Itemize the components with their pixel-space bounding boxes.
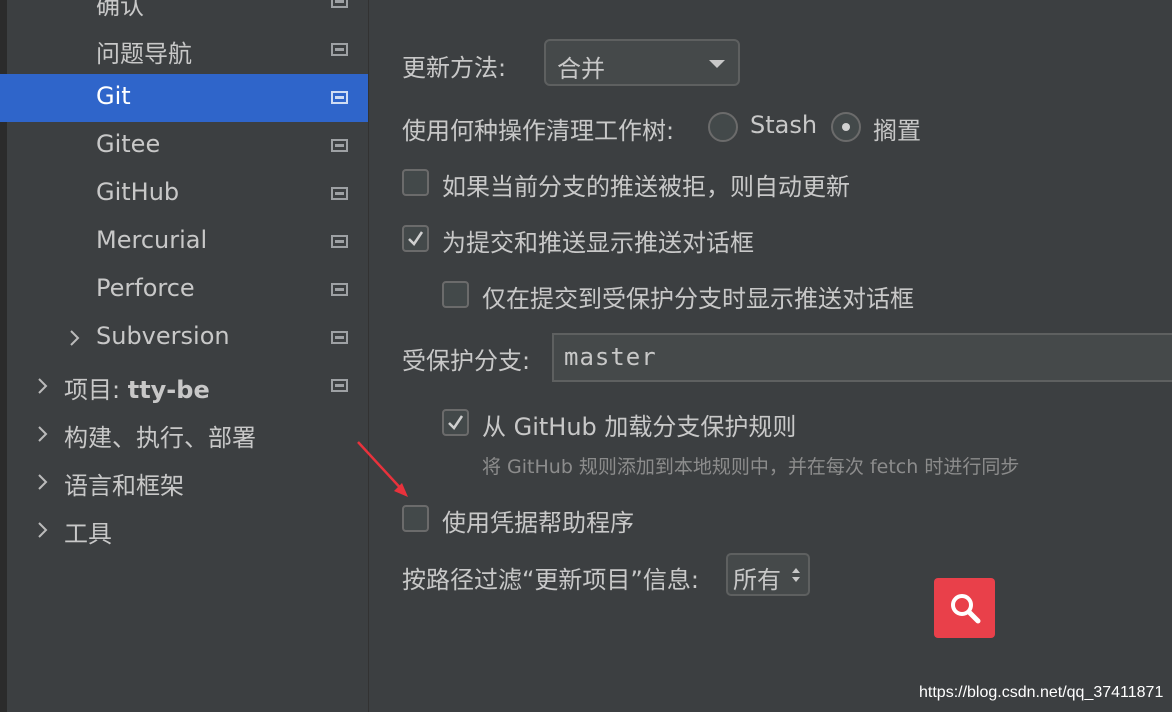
sidebar-item-label: 工具 bbox=[64, 520, 112, 548]
sidebar-item-label: Git bbox=[96, 82, 131, 110]
sidebar-item-gitee[interactable]: Gitee bbox=[7, 122, 368, 170]
checkmark-icon bbox=[448, 415, 464, 430]
protected-branches-label: 受保护分支: bbox=[402, 347, 531, 375]
chevron-right-icon[interactable] bbox=[33, 420, 53, 448]
search-icon bbox=[951, 594, 981, 624]
project-icon bbox=[331, 187, 348, 200]
update-method-label: 更新方法: bbox=[402, 54, 507, 82]
stash-option-label: Stash bbox=[750, 111, 818, 139]
sidebar-item-build[interactable]: 构建、执行、部署 bbox=[7, 410, 368, 458]
sidebar-item-tools[interactable]: 工具 bbox=[7, 506, 368, 554]
credential-helper-checkbox[interactable] bbox=[402, 505, 429, 532]
settings-panel: 更新方法: 合并 使用何种操作清理工作树: Stash 搁置 如果当前分支的推送… bbox=[369, 0, 1172, 712]
chevron-right-icon[interactable] bbox=[33, 468, 53, 496]
sidebar-item-mercurial[interactable]: Mercurial bbox=[7, 218, 368, 266]
sidebar-item-label: 项目: tty-be bbox=[64, 376, 210, 404]
sidebar-item-label: 构建、执行、部署 bbox=[64, 424, 256, 452]
sidebar-item-label: Subversion bbox=[96, 322, 230, 350]
project-icon bbox=[331, 235, 348, 248]
github-rules-label: 从 GitHub 加载分支保护规则 bbox=[482, 413, 797, 441]
sidebar-item-label: Gitee bbox=[96, 130, 161, 158]
search-button[interactable] bbox=[934, 578, 995, 638]
updown-icon bbox=[792, 568, 800, 582]
protected-only-label: 仅在提交到受保护分支时显示推送对话框 bbox=[482, 285, 914, 313]
protected-branches-input[interactable]: master bbox=[552, 333, 1172, 382]
github-rules-checkbox[interactable] bbox=[442, 409, 469, 436]
filter-select[interactable]: 所有 bbox=[726, 553, 810, 596]
push-dialog-label: 为提交和推送显示推送对话框 bbox=[442, 229, 754, 257]
stash-radio[interactable] bbox=[708, 112, 738, 142]
project-icon bbox=[331, 139, 348, 152]
sidebar-item-confirm[interactable]: 确认 bbox=[7, 0, 368, 26]
project-icon bbox=[331, 91, 348, 104]
project-icon bbox=[331, 331, 348, 344]
annotation-arrow-icon bbox=[357, 441, 408, 497]
sidebar-item-git[interactable]: Git bbox=[7, 74, 368, 122]
push-dialog-checkbox[interactable] bbox=[402, 225, 429, 252]
left-panel-edge bbox=[0, 0, 7, 712]
project-icon bbox=[331, 283, 348, 296]
sidebar-item-label: 问题导航 bbox=[96, 40, 192, 68]
filter-label: 按路径过滤“更新项目”信息: bbox=[402, 566, 699, 594]
chevron-right-icon[interactable] bbox=[65, 324, 85, 352]
sidebar-item-project[interactable]: 项目: tty-be bbox=[7, 362, 368, 410]
sidebar-item-github[interactable]: GitHub bbox=[7, 170, 368, 218]
project-icon bbox=[331, 43, 348, 56]
checkmark-icon bbox=[408, 231, 424, 246]
project-icon bbox=[331, 379, 348, 392]
sidebar-item-languages[interactable]: 语言和框架 bbox=[7, 458, 368, 506]
credential-helper-label: 使用凭据帮助程序 bbox=[442, 509, 634, 537]
update-method-dropdown[interactable]: 合并 bbox=[544, 39, 740, 86]
github-rules-hint: 将 GitHub 规则添加到本地规则中，并在每次 fetch 时进行同步 bbox=[482, 456, 1020, 478]
watermark-url: https://blog.csdn.net/qq_37411871 bbox=[919, 684, 1164, 701]
chevron-down-icon bbox=[709, 60, 725, 68]
sidebar-item-label: 语言和框架 bbox=[64, 472, 184, 500]
sidebar-item-label: GitHub bbox=[96, 178, 180, 206]
filter-value: 所有 bbox=[733, 566, 781, 594]
sidebar-item-issue-navigation[interactable]: 问题导航 bbox=[7, 26, 368, 74]
project-icon bbox=[331, 0, 348, 8]
sidebar-item-perforce[interactable]: Perforce bbox=[7, 266, 368, 314]
clean-tree-label: 使用何种操作清理工作树: bbox=[402, 117, 675, 145]
auto-update-checkbox[interactable] bbox=[402, 169, 429, 196]
protected-branches-value: master bbox=[564, 343, 657, 371]
sidebar-item-label: 确认 bbox=[96, 0, 144, 20]
protected-only-checkbox[interactable] bbox=[442, 281, 469, 308]
sidebar-item-label: Mercurial bbox=[96, 226, 208, 254]
sidebar-item-label: Perforce bbox=[96, 274, 195, 302]
shelve-radio[interactable] bbox=[831, 112, 861, 142]
shelve-option-label: 搁置 bbox=[873, 117, 921, 145]
chevron-right-icon[interactable] bbox=[33, 372, 53, 400]
settings-sidebar: 确认 问题导航 Git Gitee GitHub Mercurial Perfo… bbox=[7, 0, 369, 712]
chevron-right-icon[interactable] bbox=[33, 516, 53, 544]
sidebar-item-subversion[interactable]: Subversion bbox=[7, 314, 368, 362]
auto-update-label: 如果当前分支的推送被拒，则自动更新 bbox=[442, 173, 850, 201]
update-method-value: 合并 bbox=[557, 55, 605, 83]
